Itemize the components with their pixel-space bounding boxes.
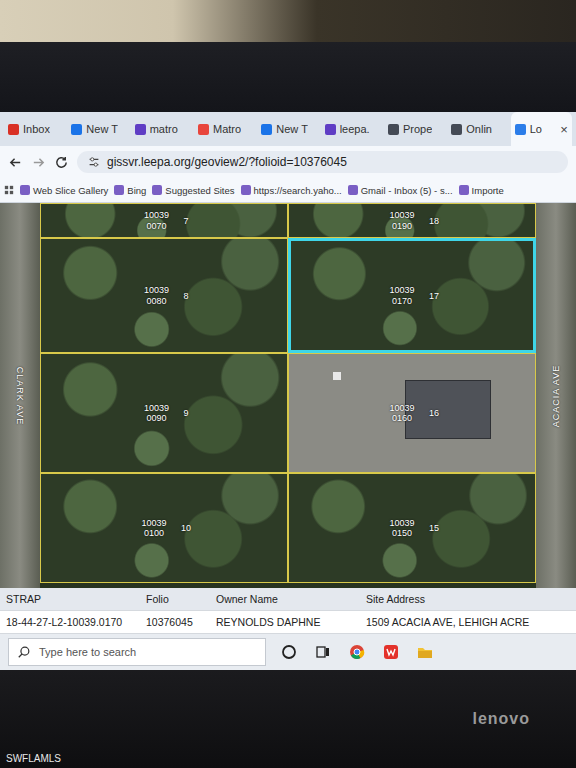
favicon-icon xyxy=(135,124,146,135)
browser-tab[interactable]: matro xyxy=(131,112,192,146)
task-view-icon[interactable] xyxy=(314,643,332,661)
parcel[interactable]: 10039 00707 xyxy=(40,203,288,238)
bookmark[interactable]: Importe xyxy=(459,185,504,196)
favicon-icon xyxy=(71,124,82,135)
address-bar: gissvr.leepa.org/geoview2/?folioid=10376… xyxy=(0,146,576,178)
parcel-grid: 10039 0070710039 01901810039 0080810039 … xyxy=(40,203,536,588)
favicon-icon xyxy=(261,124,272,135)
laptop-bezel: lenovoSWFLAMLS xyxy=(0,670,576,768)
bookmarks-bar: Web Slice Gallery Bing Suggested Sites http… xyxy=(0,178,576,203)
browser-tab[interactable]: New T xyxy=(257,112,318,146)
browser-tab[interactable]: Inbox xyxy=(4,112,65,146)
bookmark-icon xyxy=(348,185,358,195)
favicon-icon xyxy=(8,124,19,135)
favicon-icon xyxy=(515,124,526,135)
taskbar: Type here to search xyxy=(0,634,576,670)
wps-office-icon[interactable] xyxy=(382,643,400,661)
table-row[interactable]: 18-44-27-L2-10039.017010376045REYNOLDS D… xyxy=(0,611,576,634)
browser-tab[interactable]: Prope xyxy=(384,112,445,146)
parcel[interactable]: 10039 015015 xyxy=(288,473,536,583)
parcel[interactable]: 10039 00808 xyxy=(40,238,288,353)
bookmark[interactable]: Suggested Sites xyxy=(152,185,234,196)
site-info-icon[interactable] xyxy=(87,155,101,169)
parcel[interactable]: 10039 017017 xyxy=(288,238,536,353)
screen-bezel xyxy=(0,42,576,112)
photo: InboxNew TmatroMatroNew Tleepa.PropeOnli… xyxy=(0,0,576,768)
room-background xyxy=(0,0,576,42)
browser-tab[interactable]: Onlin xyxy=(447,112,508,146)
browser-tab[interactable]: leepa. xyxy=(321,112,382,146)
parcel[interactable]: 10039 00909 xyxy=(40,353,288,473)
street: CLARK AVE xyxy=(0,203,40,588)
parcel[interactable]: 10039 016016 xyxy=(288,353,536,473)
bookmark[interactable]: https://search.yaho... xyxy=(241,185,342,196)
favicon-icon xyxy=(451,124,462,135)
file-explorer-icon[interactable] xyxy=(416,643,434,661)
favicon-icon xyxy=(388,124,399,135)
bookmark-icon xyxy=(241,185,251,195)
tab-bar: InboxNew TmatroMatroNew Tleepa.PropeOnli… xyxy=(0,112,576,146)
bookmark-icon xyxy=(152,185,162,195)
street: ACACIA AVE xyxy=(536,203,576,588)
house-roof-icon xyxy=(405,380,491,439)
parcel[interactable]: 10039 010010 xyxy=(40,473,288,583)
url-field[interactable]: gissvr.leepa.org/geoview2/?folioid=10376… xyxy=(77,151,568,173)
forward-icon[interactable] xyxy=(31,155,46,170)
chrome-icon[interactable] xyxy=(348,643,366,661)
close-tab-button[interactable]: × xyxy=(560,122,568,137)
bookmark-icon xyxy=(459,185,469,195)
table-header: STRAPFolioOwner NameSite Address xyxy=(0,588,576,611)
bookmark[interactable]: Bing xyxy=(114,185,146,196)
bookmark-icon xyxy=(20,185,30,195)
apps-grid-icon[interactable] xyxy=(4,185,14,195)
bookmark[interactable]: Web Slice Gallery xyxy=(20,185,108,196)
parcel[interactable]: 10039 019018 xyxy=(288,203,536,238)
favicon-icon xyxy=(198,124,209,135)
favicon-icon xyxy=(325,124,336,135)
browser-tab[interactable]: Matro xyxy=(194,112,255,146)
bookmark[interactable]: Gmail - Inbox (5) - s... xyxy=(348,185,453,196)
search-icon xyxy=(17,645,31,659)
shed-icon xyxy=(333,372,341,380)
browser-tab[interactable]: Lo× xyxy=(511,112,572,146)
browser-tab[interactable]: New T xyxy=(67,112,128,146)
reload-icon[interactable] xyxy=(54,155,69,170)
taskbar-search[interactable]: Type here to search xyxy=(8,638,266,666)
back-icon[interactable] xyxy=(8,155,23,170)
bookmark-icon xyxy=(114,185,124,195)
parcel-map[interactable]: CLARK AVE10039 0070710039 01901810039 00… xyxy=(0,203,576,588)
cortana-icon[interactable] xyxy=(280,643,298,661)
parcel-table: STRAPFolioOwner NameSite Address18-44-27… xyxy=(0,588,576,634)
